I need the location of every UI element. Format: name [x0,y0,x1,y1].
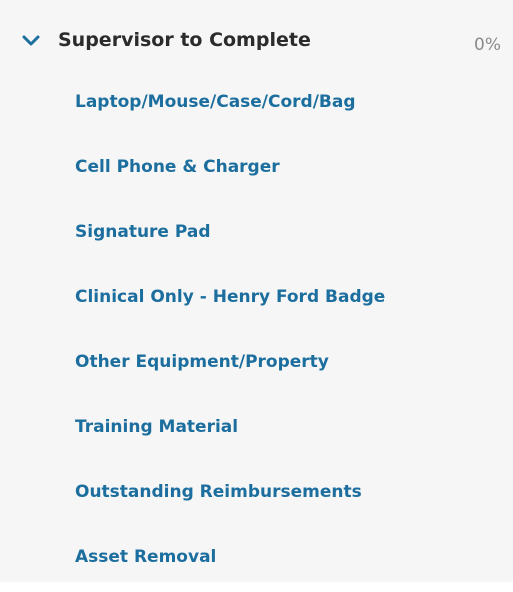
item-link-training-material[interactable]: Training Material [75,415,238,439]
item-link-signature-pad[interactable]: Signature Pad [75,220,211,244]
list-item: Clinical Only - Henry Ford Badge [0,267,513,332]
section-toggle-supervisor[interactable]: Supervisor to Complete 0% [0,20,513,64]
section-progress: 0% [474,35,501,55]
list-item: Signature Pad [0,202,513,267]
section-title: Supervisor to Complete [58,29,311,51]
section-item-list: Laptop/Mouse/Case/Cord/Bag Cell Phone & … [0,72,513,592]
item-link-cell-phone[interactable]: Cell Phone & Charger [75,155,280,179]
chevron-down-icon [22,35,40,46]
list-item: Laptop/Mouse/Case/Cord/Bag [0,72,513,137]
item-link-laptop[interactable]: Laptop/Mouse/Case/Cord/Bag [75,90,356,114]
list-item: Training Material [0,397,513,462]
list-item: Other Equipment/Property [0,332,513,397]
item-link-asset-removal[interactable]: Asset Removal [75,545,216,569]
item-link-badge[interactable]: Clinical Only - Henry Ford Badge [75,285,385,309]
item-link-reimbursements[interactable]: Outstanding Reimbursements [75,480,362,504]
checklist-panel: Supervisor to Complete 0% Laptop/Mouse/C… [0,0,513,582]
list-item: Asset Removal [0,527,513,592]
list-item: Cell Phone & Charger [0,137,513,202]
item-link-other-equipment[interactable]: Other Equipment/Property [75,350,329,374]
list-item: Outstanding Reimbursements [0,462,513,527]
